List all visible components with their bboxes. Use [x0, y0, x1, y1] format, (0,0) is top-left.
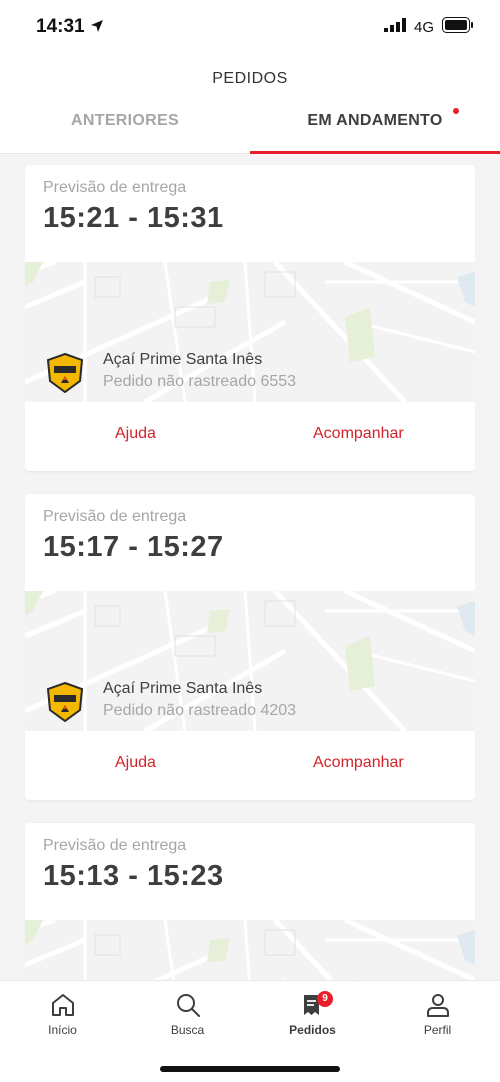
delivery-time-window: 15:17 - 15:27 [43, 531, 224, 563]
orders-icon [250, 991, 375, 1019]
tab-in-progress[interactable]: EM ANDAMENTO [250, 108, 500, 130]
help-button[interactable]: Ajuda [115, 425, 156, 443]
home-icon [0, 991, 125, 1019]
store-logo-icon [46, 681, 84, 723]
location-arrow-icon [90, 19, 104, 38]
track-order-button[interactable]: Acompanhar [313, 425, 404, 443]
page-title: PEDIDOS [212, 70, 288, 87]
network-type: 4G [413, 19, 434, 36]
delivery-forecast-label: Previsão de entrega [43, 179, 187, 196]
active-tab-indicator [250, 151, 500, 154]
orders-list[interactable]: Previsão de entrega 15:21 - 15:31 Açaí P… [25, 165, 475, 980]
order-card[interactable]: Previsão de entrega 15:21 - 15:31 Açaí P… [25, 165, 475, 471]
orders-header: PEDIDOS ANTERIORES EM ANDAMENTO [0, 54, 500, 154]
profile-icon [375, 991, 500, 1019]
nav-search[interactable]: Busca [125, 989, 250, 1049]
nav-orders[interactable]: 9 Pedidos [250, 989, 375, 1049]
delivery-forecast-label: Previsão de entrega [43, 837, 187, 854]
order-map [25, 920, 475, 980]
orders-count-badge: 9 [317, 991, 333, 1007]
battery-icon [442, 17, 474, 38]
tab-previous[interactable]: ANTERIORES [0, 112, 250, 130]
notification-dot [452, 108, 459, 114]
status-bar: 14:31 4G [0, 0, 500, 54]
help-button[interactable]: Ajuda [115, 754, 156, 772]
store-logo-icon [46, 352, 84, 394]
tab-in-progress-label: EM ANDAMENTO [307, 112, 443, 129]
search-icon [125, 991, 250, 1019]
nav-profile-label: Perfil [423, 1023, 452, 1037]
store-info: Açaí Prime Santa Inês Pedido não rastrea… [25, 345, 475, 405]
store-name: Açaí Prime Santa Inês [103, 351, 263, 368]
order-card[interactable]: Previsão de entrega 15:17 - 15:27 Açaí P… [25, 494, 475, 800]
order-status: Pedido não rastreado 4203 [103, 702, 297, 719]
nav-home-label: Início [48, 1023, 77, 1037]
home-indicator [160, 1066, 340, 1072]
nav-search-label: Busca [170, 1023, 205, 1037]
delivery-time-window: 15:21 - 15:31 [43, 202, 224, 234]
delivery-time-window: 15:13 - 15:23 [43, 860, 224, 892]
nav-home[interactable]: Início [0, 989, 125, 1049]
status-time: 14:31 [36, 16, 85, 37]
order-card[interactable]: Previsão de entrega 15:13 - 15:23 [25, 823, 475, 980]
nav-orders-label: Pedidos [289, 1023, 336, 1037]
track-order-button[interactable]: Acompanhar [313, 754, 404, 772]
store-name: Açaí Prime Santa Inês [103, 680, 263, 697]
store-info: Açaí Prime Santa Inês Pedido não rastrea… [25, 674, 475, 734]
delivery-forecast-label: Previsão de entrega [43, 508, 187, 525]
signal-icon [383, 18, 406, 37]
nav-profile[interactable]: Perfil [375, 989, 500, 1049]
order-status: Pedido não rastreado 6553 [103, 373, 297, 390]
